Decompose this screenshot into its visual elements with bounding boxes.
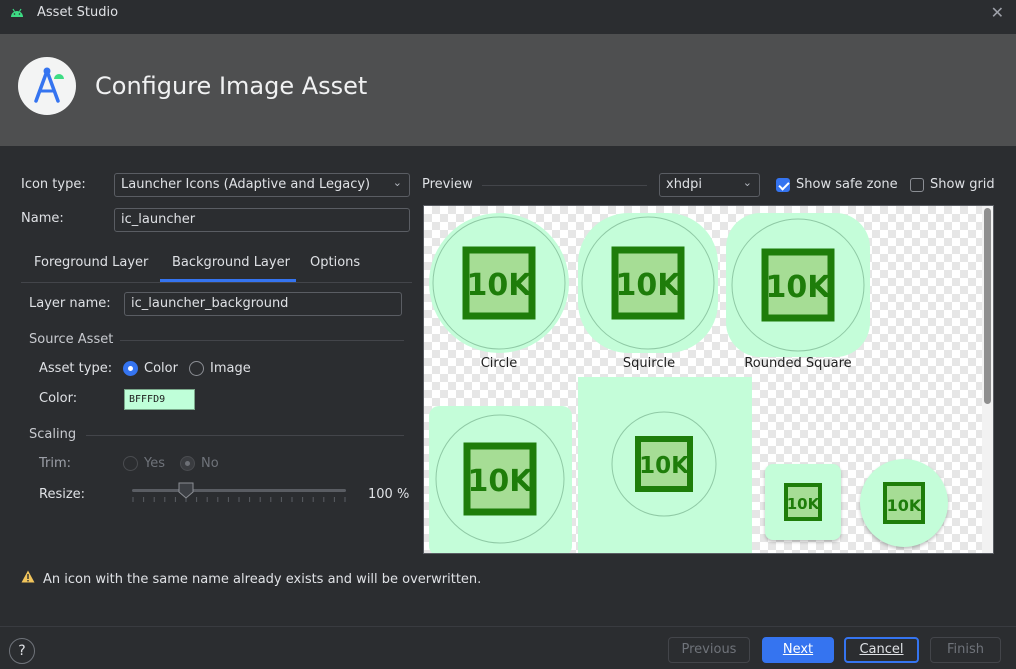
page-title: Configure Image Asset — [95, 72, 368, 100]
show-safe-zone-checkbox[interactable] — [776, 178, 790, 192]
svg-text:10K: 10K — [468, 464, 535, 499]
trim-yes-radio[interactable] — [123, 456, 138, 471]
asset-type-image-radio[interactable] — [189, 361, 204, 376]
shape-caption-squircle: Squircle — [622, 356, 676, 371]
overwrite-warning: An icon with the same name already exist… — [21, 570, 481, 587]
cancel-button-label: Cancel — [859, 642, 904, 657]
asset-type-color-radio[interactable] — [123, 361, 138, 376]
preview-icon-square: 10K — [429, 406, 572, 553]
svg-text:10K: 10K — [616, 268, 683, 303]
10k-icon: 10K — [761, 248, 835, 322]
close-icon[interactable]: ✕ — [991, 3, 1004, 22]
source-asset-separator — [120, 340, 404, 341]
title-bar: Asset Studio ✕ — [0, 0, 1016, 28]
preview-icon-legacy-square: 10K — [765, 464, 841, 540]
scrollbar-thumb[interactable] — [984, 208, 991, 404]
preview-icon-squircle: 10K — [578, 213, 718, 353]
preview-icon-full-bleed: 10K — [578, 377, 752, 553]
preview-icon-legacy-circle: 10K — [860, 459, 948, 547]
resize-slider-ticks — [132, 497, 346, 502]
asset-type-color-label[interactable]: Color — [144, 361, 178, 376]
resize-label: Resize: — [39, 487, 86, 502]
color-label: Color: — [39, 391, 78, 406]
10k-icon: 10K — [611, 246, 685, 320]
10k-icon: 10K — [784, 483, 822, 521]
svg-text:10K: 10K — [467, 268, 534, 303]
resize-value: 100 % — [368, 487, 410, 502]
show-grid-checkbox[interactable] — [910, 178, 924, 192]
preview-icon-rounded-square: 10K — [726, 213, 870, 357]
help-button[interactable]: ? — [9, 638, 35, 664]
density-value: xhdpi — [666, 177, 703, 192]
cancel-button[interactable]: Cancel — [844, 637, 919, 663]
next-button-label: Next — [782, 642, 814, 657]
icon-type-dropdown[interactable]: Launcher Icons (Adaptive and Legacy) ⌄ — [114, 173, 410, 197]
icon-type-label: Icon type: — [21, 177, 86, 192]
warning-icon — [21, 570, 35, 583]
asset-type-image-label[interactable]: Image — [210, 361, 251, 376]
window-title: Asset Studio — [37, 5, 119, 20]
name-label: Name: — [21, 211, 64, 226]
next-button[interactable]: Next — [762, 637, 834, 663]
tabs-divider — [21, 282, 412, 283]
android-studio-logo — [18, 57, 76, 115]
previous-button[interactable]: Previous — [668, 637, 750, 663]
10k-icon: 10K — [463, 442, 537, 516]
tab-background-layer[interactable]: Background Layer — [172, 255, 290, 270]
preview-scrollbar[interactable] — [982, 206, 993, 553]
tab-foreground-layer[interactable]: Foreground Layer — [34, 255, 148, 270]
svg-text:10K: 10K — [639, 453, 690, 479]
trim-no-label[interactable]: No — [201, 456, 219, 471]
preview-canvas: 10K Circle 10K Squircle 10K Rounded Squa… — [423, 205, 994, 554]
svg-text:10K: 10K — [787, 495, 821, 513]
resize-slider-thumb[interactable] — [178, 482, 194, 499]
resize-slider-track[interactable] — [132, 489, 346, 492]
finish-button[interactable]: Finish — [930, 637, 1001, 663]
android-icon — [11, 8, 23, 17]
preview-separator — [482, 185, 647, 186]
show-safe-zone-label[interactable]: Show safe zone — [796, 177, 898, 192]
color-swatch-button[interactable]: BFFFD9 — [124, 389, 195, 410]
asset-type-label: Asset type: — [39, 361, 113, 376]
selected-tab-indicator — [160, 279, 296, 282]
10k-icon: 10K — [635, 436, 693, 492]
preview-label: Preview — [422, 177, 473, 192]
footer-divider — [0, 626, 1016, 627]
svg-text:10K: 10K — [766, 270, 833, 305]
chevron-down-icon: ⌄ — [392, 176, 402, 189]
source-asset-heading: Source Asset — [29, 332, 114, 347]
trim-label: Trim: — [39, 456, 72, 471]
warning-text: An icon with the same name already exist… — [43, 572, 482, 587]
tab-options[interactable]: Options — [310, 255, 360, 270]
header-banner: Configure Image Asset — [0, 34, 1016, 146]
svg-text:10K: 10K — [887, 496, 922, 515]
10k-icon: 10K — [883, 482, 925, 524]
scaling-separator — [86, 435, 404, 436]
shape-caption-rounded-square: Rounded Square — [744, 356, 852, 371]
10k-icon: 10K — [462, 246, 536, 320]
density-dropdown[interactable]: xhdpi ⌄ — [659, 173, 760, 197]
preview-icon-circle: 10K — [429, 213, 569, 353]
chevron-down-icon: ⌄ — [742, 176, 752, 189]
trim-no-radio[interactable] — [180, 456, 195, 471]
layer-name-field[interactable]: ic_launcher_background — [124, 292, 402, 316]
layer-name-label: Layer name: — [29, 296, 111, 311]
name-field[interactable]: ic_launcher — [114, 208, 410, 232]
show-grid-label[interactable]: Show grid — [930, 177, 995, 192]
icon-type-value: Launcher Icons (Adaptive and Legacy) — [121, 177, 371, 192]
shape-caption-circle: Circle — [480, 356, 518, 371]
trim-yes-label[interactable]: Yes — [144, 456, 165, 471]
scaling-heading: Scaling — [29, 427, 77, 442]
